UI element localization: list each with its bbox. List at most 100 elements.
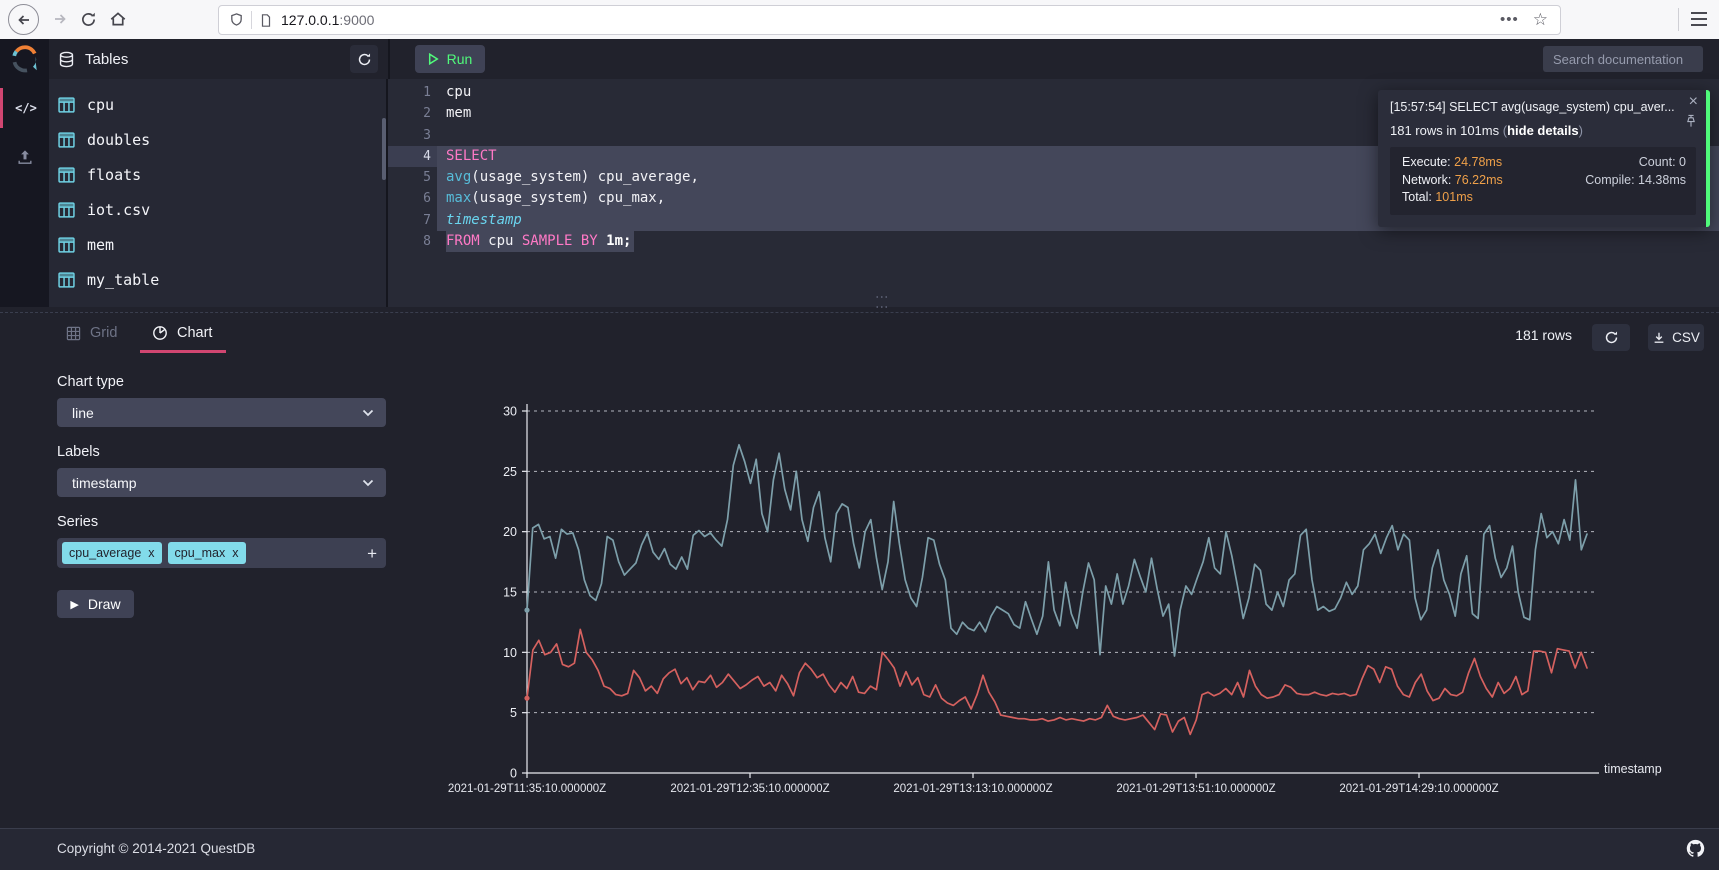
line-number: 6 (388, 188, 437, 209)
browser-menu-icon[interactable] (1691, 12, 1707, 14)
tables-refresh-button[interactable] (350, 45, 378, 73)
table-list-item[interactable]: my_table (49, 262, 386, 297)
series-chip-label: cpu_max (175, 546, 226, 560)
table-name: doubles (87, 131, 150, 149)
url-text: 127.0.0.1:9000 (281, 12, 1500, 28)
forward-arrow-icon (52, 11, 68, 27)
x-axis-title: timestamp (1604, 762, 1662, 776)
results-refresh-button[interactable] (1592, 324, 1630, 351)
csv-download-button[interactable]: CSV (1648, 324, 1704, 351)
bookmark-star-icon[interactable]: ☆ (1533, 10, 1548, 30)
chart-type-label: Chart type (57, 374, 124, 390)
table-list-item[interactable]: mem (49, 227, 386, 262)
tab-grid[interactable]: Grid (66, 325, 117, 341)
table-icon (58, 132, 75, 148)
url-separator (251, 11, 252, 29)
svg-text:20: 20 (503, 525, 517, 539)
browser-forward-button[interactable] (46, 5, 74, 33)
footer: Copyright © 2014-2021 QuestDB (0, 828, 1719, 870)
series-chips: cpu_average x cpu_max x (62, 542, 246, 564)
labels-label: Labels (57, 444, 100, 460)
refresh-icon (80, 11, 97, 28)
chevron-down-icon (362, 479, 374, 487)
home-icon (109, 10, 127, 28)
pie-chart-icon (152, 325, 168, 341)
browser-back-button[interactable] (8, 4, 39, 35)
table-list-item[interactable]: doubles (49, 122, 386, 157)
close-icon[interactable]: × (1689, 94, 1698, 110)
line-number: 7 (388, 210, 437, 231)
stat-right-value: Compile: 14.38ms (1552, 172, 1686, 190)
table-icon (58, 272, 75, 288)
tables-scrollbar[interactable] (382, 118, 386, 180)
table-list-item[interactable]: iot.csv (49, 192, 386, 227)
line-number: 5 (388, 167, 437, 188)
table-icon (58, 167, 75, 183)
line-number: 2 (388, 103, 437, 124)
svg-text:10: 10 (503, 646, 517, 660)
series-chip-label: cpu_average (69, 546, 141, 560)
svg-text:2021-01-29T11:35:10.000000Z: 2021-01-29T11:35:10.000000Z (448, 783, 606, 795)
questdb-logo[interactable] (0, 39, 49, 79)
browser-refresh-button[interactable] (74, 5, 102, 33)
search-documentation-input[interactable]: Search documentation (1543, 46, 1703, 72)
table-icon (58, 202, 75, 218)
pin-icon[interactable] (1685, 114, 1697, 133)
series-chip[interactable]: cpu_average x (62, 542, 162, 564)
rail-console-tab[interactable]: </> (0, 88, 49, 128)
svg-text:2021-01-29T13:51:10.000000Z: 2021-01-29T13:51:10.000000Z (1116, 783, 1275, 795)
query-notification-popup: [15:57:54] SELECT avg(usage_system) cpu_… (1378, 90, 1710, 227)
tables-title: Tables (85, 51, 128, 68)
remove-series-icon[interactable]: x (232, 546, 238, 560)
stat-right-value: Count: 0 (1552, 154, 1686, 172)
stat-label-value: Execute: 24.78ms (1402, 154, 1552, 172)
chart-type-value: line (72, 405, 94, 421)
rows-count: 181 rows (1515, 327, 1572, 343)
chart-type-select[interactable]: line (57, 398, 386, 427)
tables-panel-header: Tables (49, 39, 390, 79)
series-chip[interactable]: cpu_max x (168, 542, 246, 564)
browser-home-button[interactable] (104, 5, 132, 33)
add-series-button[interactable]: + (367, 545, 377, 562)
run-label: Run (447, 51, 473, 67)
grid-tab-label: Grid (90, 325, 117, 341)
url-bar[interactable]: 127.0.0.1:9000 ••• ☆ (218, 5, 1561, 35)
hide-details-link[interactable]: hide details (1507, 123, 1579, 138)
table-list-item[interactable]: floats (49, 157, 386, 192)
copyright-text: Copyright © 2014-2021 QuestDB (57, 841, 255, 856)
labels-select[interactable]: timestamp (57, 468, 386, 497)
draw-button[interactable]: ▶ Draw (57, 590, 134, 618)
tab-chart[interactable]: Chart (152, 325, 212, 341)
questdb-logo-icon (10, 44, 40, 74)
play-icon: ▶ (70, 598, 78, 611)
series-input[interactable]: cpu_average x cpu_max x + (57, 538, 386, 568)
run-button[interactable]: Run (415, 45, 485, 73)
page-actions-icon[interactable]: ••• (1500, 15, 1519, 25)
line-number: 1 (388, 82, 437, 103)
github-icon[interactable] (1686, 839, 1705, 863)
chrome-divider (1678, 8, 1679, 31)
table-name: cpu (87, 96, 114, 114)
labels-value: timestamp (72, 475, 137, 491)
line-chart[interactable]: 0510152025302021-01-29T11:35:10.000000Z2… (430, 360, 1719, 810)
remove-series-icon[interactable]: x (148, 546, 154, 560)
table-icon (58, 237, 75, 253)
svg-text:2021-01-29T14:29:10.000000Z: 2021-01-29T14:29:10.000000Z (1339, 783, 1498, 795)
svg-text:2021-01-29T12:35:10.000000Z: 2021-01-29T12:35:10.000000Z (670, 783, 829, 795)
svg-text:5: 5 (510, 706, 517, 720)
editor-line[interactable]: 8FROM cpu SAMPLE BY 1m; (388, 231, 1719, 252)
table-list-item[interactable]: cpu (49, 87, 386, 122)
play-icon (428, 53, 439, 65)
rail-import-tab[interactable] (0, 140, 49, 174)
table-name: iot.csv (87, 201, 150, 219)
chart-tab-label: Chart (177, 325, 212, 341)
back-arrow-icon (16, 12, 32, 28)
line-number: 3 (388, 125, 437, 146)
search-placeholder: Search documentation (1553, 52, 1683, 67)
table-name: mem (87, 236, 114, 254)
notification-title: [15:57:54] SELECT avg(usage_system) cpu_… (1390, 100, 1678, 114)
series-label: Series (57, 514, 98, 530)
draw-label: Draw (88, 596, 121, 612)
editor-results-splitter[interactable]: ⋮⋮ (878, 291, 887, 311)
svg-text:15: 15 (503, 586, 517, 600)
